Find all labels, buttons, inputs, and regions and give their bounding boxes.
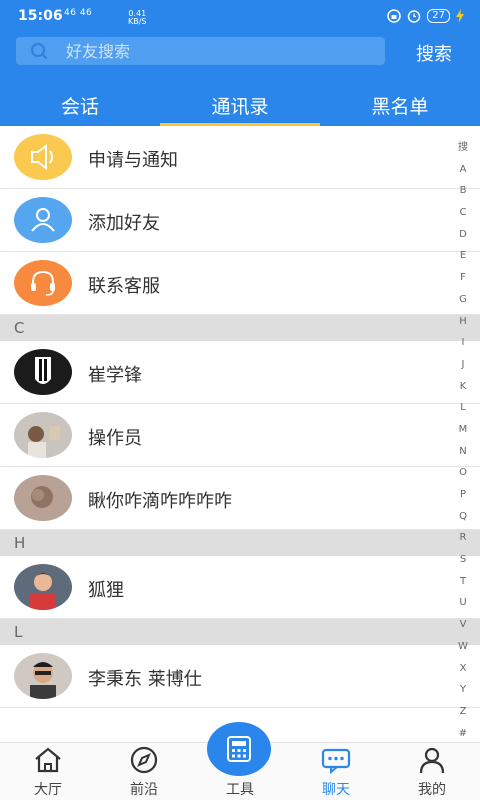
index-letter[interactable]: V [456,614,470,636]
speaker-icon [14,134,72,180]
nav-me-label: 我的 [418,782,446,798]
home-icon [35,747,61,773]
index-letter[interactable]: R [456,527,470,549]
customer-service-item[interactable]: 联系客服 [0,252,480,315]
index-letter[interactable]: E [456,245,470,267]
nav-tools-label: 工具 [226,782,254,798]
network-speed: 0.41 KB/S [128,10,147,26]
index-letter[interactable]: A [456,159,470,181]
section-header-h: H [0,530,480,556]
status-time: 15:06 [18,8,63,24]
index-letter[interactable]: N [456,441,470,463]
index-letter[interactable]: M [456,419,470,441]
status-bar: 15:06 46 46 0.41 KB/S 27 [0,0,480,30]
network-speed-unit: KB/S [128,17,147,26]
index-letter[interactable]: Q [456,506,470,528]
contact-name: 狐狸 [88,580,124,601]
contact-row[interactable]: 李秉东 莱博仕 [0,645,480,708]
search-box[interactable] [16,37,385,65]
index-letter[interactable]: C [456,202,470,224]
nav-me[interactable]: 我的 [384,743,480,800]
contact-row[interactable]: 操作员 [0,404,480,467]
tab-blacklist[interactable]: 黑名单 [320,90,480,126]
contact-row[interactable]: 瞅你咋滴咋咋咋咋 [0,467,480,530]
person-icon [419,747,445,774]
add-friend-item[interactable]: 添加好友 [0,189,480,252]
index-letter[interactable]: K [456,376,470,398]
index-letter[interactable]: T [456,571,470,593]
battery-level: 27 [427,9,450,23]
nav-frontier[interactable]: 前沿 [96,743,192,800]
index-letter[interactable]: F [456,267,470,289]
tab-contacts[interactable]: 通讯录 [160,90,320,126]
nav-lobby-label: 大厅 [34,782,62,798]
index-letter[interactable]: D [456,224,470,246]
nav-chat-label: 聊天 [322,782,350,798]
index-letter[interactable]: L [456,397,470,419]
notifications-item[interactable]: 申请与通知 [0,126,480,189]
calculator-icon [227,736,251,762]
contact-name: 操作员 [88,428,142,449]
headset-icon [14,260,72,306]
nav-frontier-label: 前沿 [130,782,158,798]
avatar [14,564,72,610]
lock-icon [387,9,402,23]
index-letter[interactable]: Y [456,679,470,701]
avatar [14,653,72,699]
index-letter[interactable]: U [456,592,470,614]
contact-list: 申请与通知 添加好友 联系客服 C 崔学锋 操作员 瞅你咋滴咋咋咋咋 H 狐狸 … [0,126,480,708]
compass-icon [130,746,158,774]
tab-conversations[interactable]: 会话 [0,90,160,126]
chat-icon [321,748,351,775]
section-header-l: L [0,619,480,645]
signal-icon: 46 46 [64,8,93,18]
contact-name: 李秉东 莱博仕 [88,669,202,690]
avatar [14,349,72,395]
index-letter[interactable]: G [456,289,470,311]
contact-row[interactable]: 狐狸 [0,556,480,619]
index-letter[interactable]: B [456,180,470,202]
search-input[interactable] [66,37,376,65]
nav-lobby[interactable]: 大厅 [0,743,96,800]
add-friend-label: 添加好友 [88,213,160,234]
header: 搜索 会话 通讯录 黑名单 [0,30,480,126]
index-letter[interactable]: I [456,332,470,354]
index-letter[interactable]: S [456,549,470,571]
tools-fab-button[interactable] [207,722,271,776]
avatar [14,475,72,521]
user-icon [14,197,72,243]
index-search[interactable]: 搜 [456,137,470,159]
contact-name: 瞅你咋滴咋咋咋咋 [88,491,232,512]
alarm-icon [408,10,421,23]
avatar [14,412,72,458]
index-letter[interactable]: Z [456,701,470,723]
index-letter[interactable]: O [456,462,470,484]
index-letter[interactable]: P [456,484,470,506]
contact-name: 崔学锋 [88,365,142,386]
index-letter[interactable]: X [456,658,470,680]
section-header-c: C [0,315,480,341]
charging-icon [456,9,464,23]
index-letter[interactable]: W [456,636,470,658]
index-letter[interactable]: H [456,311,470,333]
search-icon [31,43,48,60]
index-hash[interactable]: # [456,723,470,745]
customer-service-label: 联系客服 [88,276,160,297]
index-letter[interactable]: J [456,354,470,376]
contact-row[interactable]: 崔学锋 [0,341,480,404]
tab-bar: 会话 通讯录 黑名单 [0,90,480,126]
search-button[interactable]: 搜索 [404,40,464,65]
notifications-label: 申请与通知 [88,150,178,171]
nav-chat[interactable]: 聊天 [288,743,384,800]
alphabet-index-bar[interactable]: 搜 A B C D E F G H I J K L M N O P Q R S … [456,137,470,744]
